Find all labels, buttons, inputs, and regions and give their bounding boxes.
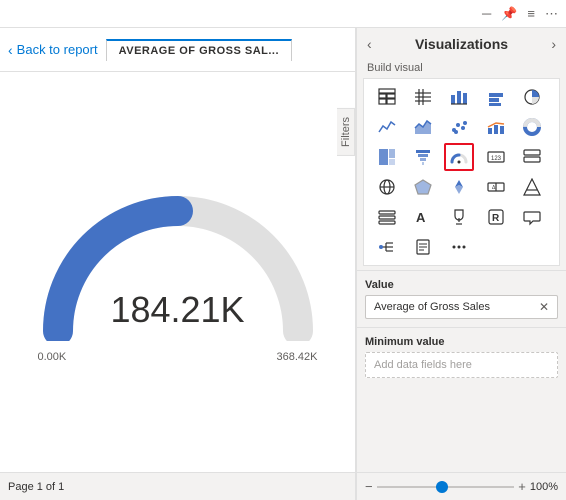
filters-label: Filters	[340, 117, 352, 147]
drag-handle-icon: ─	[482, 6, 491, 21]
viz-card-icon[interactable]: 123	[481, 143, 511, 171]
viz-donut-chart-icon[interactable]	[517, 113, 547, 141]
zoom-level-label: 100%	[530, 481, 558, 493]
back-chevron-icon: ‹	[8, 42, 13, 58]
pin-icon[interactable]: 📌	[501, 6, 517, 22]
value-label: Value	[365, 279, 558, 291]
page-label: Page 1 of 1	[8, 481, 64, 493]
build-visual-label: Build visual	[357, 60, 566, 78]
viz-pie-chart-icon[interactable]	[517, 83, 547, 111]
viz-smart-narrative-icon[interactable]	[517, 203, 547, 231]
gauge-container: 184.21K	[38, 181, 318, 341]
viz-bar-chart-icon[interactable]	[444, 83, 474, 111]
viz-column-chart-icon[interactable]	[481, 83, 511, 111]
zoom-bar: − + 100%	[357, 472, 566, 500]
viz-funnel-icon[interactable]	[408, 143, 438, 171]
panel-prev-button[interactable]: ‹	[367, 36, 372, 52]
viz-combo-chart-icon[interactable]	[481, 113, 511, 141]
svg-text:123: 123	[491, 156, 502, 162]
viz-matrix-icon[interactable]	[408, 83, 438, 111]
value-section: Value Average of Gross Sales ✕	[357, 275, 566, 323]
report-header: ‹ Back to report AVERAGE OF GROSS SAL...	[0, 28, 355, 72]
gauge-min-label: 0.00K	[38, 351, 67, 363]
min-value-section: Minimum value Add data fields here	[357, 332, 566, 382]
main-layout: ‹ Back to report AVERAGE OF GROSS SAL...…	[0, 28, 566, 500]
filters-tab[interactable]: Filters	[337, 108, 355, 156]
gauge-labels: 0.00K 368.42K	[38, 351, 318, 363]
viz-scatter-chart-icon[interactable]	[444, 113, 474, 141]
viz-gauge-icon active[interactable]	[444, 143, 474, 171]
viz-map-icon[interactable]	[372, 173, 402, 201]
panel-title: Visualizations	[415, 36, 508, 52]
viz-trophy-icon[interactable]	[444, 203, 474, 231]
viz-text-icon[interactable]: A	[408, 203, 438, 231]
gauge-max-label: 368.42K	[277, 351, 318, 363]
viz-more-icon[interactable]	[444, 233, 474, 261]
report-tab-title: AVERAGE OF GROSS SAL...	[119, 45, 279, 57]
back-to-report-button[interactable]: ‹ Back to report	[8, 42, 98, 58]
min-value-placeholder[interactable]: Add data fields here	[365, 352, 558, 378]
svg-text:Δ: Δ	[492, 185, 496, 191]
viz-kpi-icon[interactable]: Δ	[481, 173, 511, 201]
viz-azure-map-icon[interactable]	[444, 173, 474, 201]
viz-paginated-icon[interactable]	[408, 233, 438, 261]
menu-icon[interactable]: ≡	[527, 6, 535, 21]
visualizations-panel: ‹ Visualizations › Build visual	[356, 28, 566, 500]
viz-table-icon[interactable]	[372, 83, 402, 111]
viz-line-chart-icon[interactable]	[372, 113, 402, 141]
back-to-report-label: Back to report	[17, 42, 98, 57]
viz-icons-grid: 123 Δ	[363, 78, 560, 266]
value-field-pill[interactable]: Average of Gross Sales ✕	[365, 295, 558, 319]
viz-r-script-icon[interactable]: R	[481, 203, 511, 231]
panel-next-button[interactable]: ›	[551, 36, 556, 52]
gauge-value: 184.21K	[110, 289, 244, 331]
zoom-plus-button[interactable]: +	[518, 479, 526, 494]
chart-area: 184.21K 0.00K 368.42K	[0, 72, 355, 472]
remove-value-field-button[interactable]: ✕	[539, 300, 549, 314]
bottom-bar: Page 1 of 1	[0, 472, 355, 500]
svg-text:R: R	[492, 213, 500, 224]
viz-scroll-area: 123 Δ	[357, 78, 566, 472]
viz-python-icon[interactable]	[517, 173, 547, 201]
viz-multirow-card-icon[interactable]	[517, 143, 547, 171]
zoom-slider[interactable]	[377, 486, 515, 488]
viz-decomp-tree-icon[interactable]	[372, 233, 402, 261]
divider-2	[357, 327, 566, 328]
more-options-icon[interactable]: ⋯	[545, 6, 558, 22]
viz-slicer-icon[interactable]	[372, 203, 402, 231]
divider-1	[357, 270, 566, 271]
value-field-text: Average of Gross Sales	[374, 301, 490, 313]
zoom-minus-button[interactable]: −	[365, 479, 373, 494]
min-value-label: Minimum value	[365, 336, 558, 348]
viz-filled-map-icon[interactable]	[408, 173, 438, 201]
report-area: ‹ Back to report AVERAGE OF GROSS SAL...…	[0, 28, 356, 500]
viz-treemap-icon[interactable]	[372, 143, 402, 171]
viz-area-chart-icon[interactable]	[408, 113, 438, 141]
top-bar: ─ 📌 ≡ ⋯	[0, 0, 566, 28]
report-title-tab[interactable]: AVERAGE OF GROSS SAL...	[106, 39, 292, 61]
svg-text:A: A	[416, 210, 426, 225]
panel-header: ‹ Visualizations ›	[357, 28, 566, 60]
